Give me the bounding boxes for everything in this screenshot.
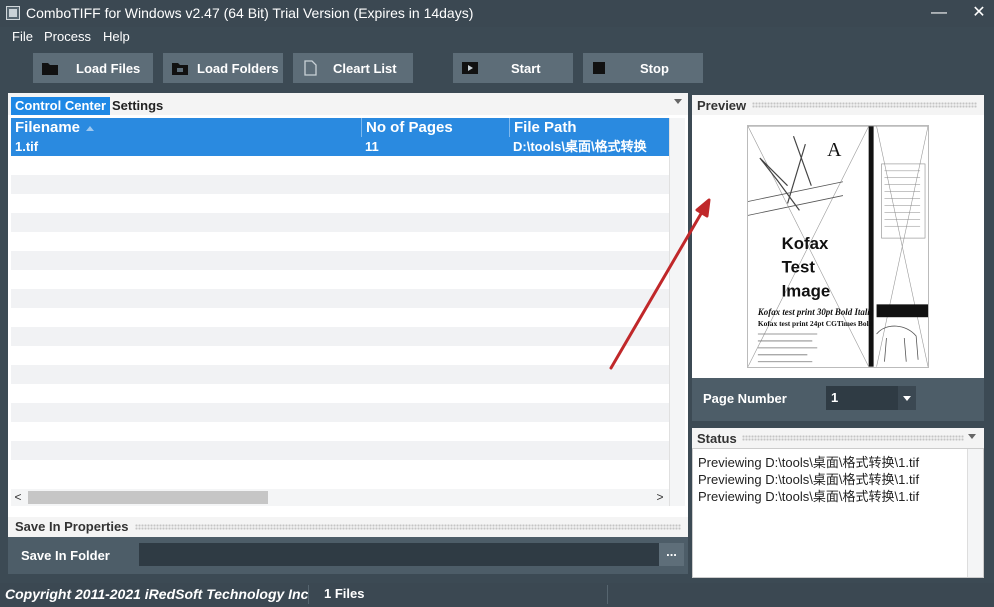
page-line-24pt: Kofax test print 24pt CGTimes Bold <box>758 319 874 328</box>
column-filename[interactable]: Filename <box>11 118 361 137</box>
column-file-path[interactable]: File Path <box>509 118 669 137</box>
header-grip <box>752 102 977 108</box>
empty-row <box>11 441 669 460</box>
scroll-left-arrow[interactable]: < <box>11 489 25 506</box>
status-bar: Copyright 2011-2021 iRedSoft Technology … <box>0 583 994 607</box>
play-icon <box>462 62 478 74</box>
status-label: Status <box>697 431 737 446</box>
scroll-thumb[interactable] <box>28 491 268 504</box>
menu-bar: File Process Help <box>0 27 994 47</box>
save-folder-row: Save In Folder ... <box>8 537 688 574</box>
copyright-text: Copyright 2011-2021 iRedSoft Technology … <box>5 586 309 602</box>
vertical-scrollbar[interactable] <box>669 118 685 506</box>
status-dropdown-icon[interactable] <box>968 434 976 439</box>
horizontal-scrollbar[interactable]: < > <box>11 489 669 506</box>
start-button[interactable]: Start <box>453 53 573 83</box>
document-icon <box>304 60 317 76</box>
files-count: 1 Files <box>324 586 365 601</box>
menu-help[interactable]: Help <box>103 29 130 44</box>
status-header: Status <box>692 428 984 448</box>
empty-row <box>11 365 669 384</box>
cell-filename: 1.tif <box>15 139 39 154</box>
empty-row <box>11 175 669 194</box>
stop-label: Stop <box>640 61 669 76</box>
empty-row <box>11 403 669 422</box>
page-number-value: 1 <box>831 390 839 405</box>
tab-settings[interactable]: Settings <box>108 97 167 115</box>
preview-header: Preview <box>692 95 984 115</box>
load-folders-label: Load Folders <box>197 61 279 76</box>
header-grip <box>135 524 681 530</box>
folder-icon <box>42 63 58 75</box>
column-filename-label: Filename <box>15 119 81 136</box>
load-files-label: Load Files <box>76 61 141 76</box>
load-folders-button[interactable]: Load Folders <box>163 53 283 83</box>
sort-ascending-icon <box>86 125 95 131</box>
column-pages[interactable]: No of Pages <box>361 118 509 137</box>
status-log: Previewing D:\tools\桌面\格式转换\1.tif Previe… <box>692 448 984 578</box>
empty-row <box>11 289 669 308</box>
page-number-label: Page Number <box>703 391 787 406</box>
page-line-30pt: Kofax test print 30pt Bold Italic <box>757 307 874 317</box>
preview-panel: A Kofax Test Image Kofax test print 30pt… <box>692 115 984 378</box>
page-number-row: Page Number 1 <box>692 378 984 421</box>
app-icon <box>6 6 20 20</box>
header-grip <box>742 435 964 441</box>
page-big-text-3: Image <box>782 281 831 300</box>
grid-header: Filename No of Pages File Path <box>11 118 669 137</box>
save-folder-label: Save In Folder <box>21 548 110 563</box>
status-scrollbar[interactable] <box>967 449 983 577</box>
menu-file[interactable]: File <box>12 29 33 44</box>
menu-process[interactable]: Process <box>44 29 91 44</box>
save-properties-label: Save In Properties <box>15 519 129 534</box>
page-big-text-1: Kofax <box>782 234 829 253</box>
stop-button[interactable]: Stop <box>583 53 703 83</box>
tab-control-center[interactable]: Control Center <box>11 97 110 115</box>
browse-button[interactable]: ... <box>659 543 684 566</box>
clear-list-button[interactable]: Cleart List <box>293 53 413 83</box>
page-letter: A <box>827 139 842 161</box>
save-properties-header: Save In Properties <box>8 517 688 537</box>
table-row[interactable]: 1.tif 11 D:\tools\桌面\格式转换 <box>11 137 669 156</box>
scroll-right-arrow[interactable]: > <box>653 489 667 506</box>
chevron-down-icon[interactable] <box>898 386 916 410</box>
page-big-text-2: Test <box>782 258 816 277</box>
start-label: Start <box>511 61 541 76</box>
empty-row <box>11 327 669 346</box>
tabs-dropdown-icon[interactable] <box>674 99 682 104</box>
cell-pages: 11 <box>365 139 379 154</box>
empty-row <box>11 251 669 270</box>
empty-row <box>11 213 669 232</box>
minimize-button[interactable]: — <box>924 0 954 27</box>
load-files-button[interactable]: Load Files <box>33 53 153 83</box>
folder-open-icon <box>172 63 188 75</box>
file-list-panel: Control Center Settings Filename No of P… <box>8 93 688 517</box>
cell-file-path: D:\tools\桌面\格式转换 <box>513 139 647 154</box>
status-line: Previewing D:\tools\桌面\格式转换\1.tif <box>698 489 920 504</box>
tab-strip: Control Center Settings <box>8 93 688 115</box>
preview-page-image: A Kofax Test Image Kofax test print 30pt… <box>747 125 929 368</box>
window-title: ComboTIFF for Windows v2.47 (64 Bit) Tri… <box>26 5 474 21</box>
page-number-select[interactable]: 1 <box>826 386 916 410</box>
title-bar: ComboTIFF for Windows v2.47 (64 Bit) Tri… <box>0 0 994 27</box>
save-folder-input[interactable] <box>139 543 659 566</box>
stop-icon <box>593 62 605 74</box>
clear-list-label: Cleart List <box>333 61 397 76</box>
preview-label: Preview <box>697 98 747 113</box>
close-button[interactable]: ✕ <box>964 0 994 27</box>
